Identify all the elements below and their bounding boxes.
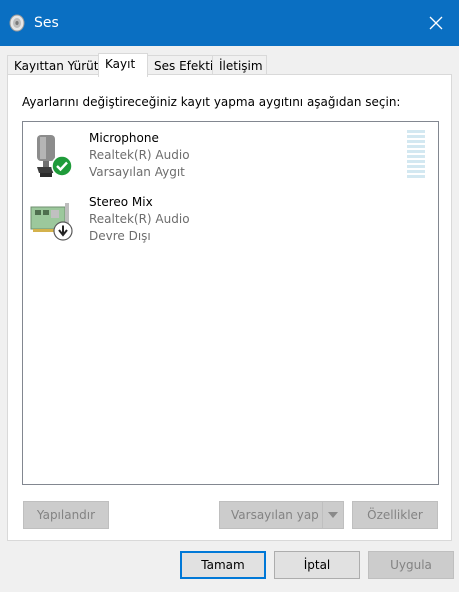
tab-recording[interactable]: Kayıt: [98, 53, 148, 77]
window-title: Ses: [34, 15, 59, 31]
tab-playback[interactable]: Kayıttan Yürüt: [7, 55, 99, 75]
recording-panel: Ayarlarını değiştireceğiniz kayıt yapma …: [7, 74, 452, 541]
tab-communication[interactable]: İletişim: [212, 55, 267, 75]
set-default-dropdown[interactable]: [322, 502, 343, 528]
set-default-label: Varsayılan yap: [231, 508, 319, 522]
properties-button[interactable]: Özellikler: [352, 501, 438, 529]
disabled-arrow-icon: [53, 221, 73, 244]
device-driver: Realtek(R) Audio: [89, 148, 190, 162]
dialog-body: Kayıttan Yürüt Kayıt Ses Efekti İletişim…: [0, 46, 459, 592]
cancel-button[interactable]: İptal: [274, 551, 360, 579]
device-status: Varsayılan Aygıt: [89, 165, 185, 179]
close-icon: [429, 16, 443, 30]
device-name: Stereo Mix: [89, 195, 153, 209]
speaker-icon: [8, 14, 26, 32]
close-button[interactable]: [413, 0, 459, 46]
device-driver: Realtek(R) Audio: [89, 212, 190, 226]
device-item-microphone[interactable]: Microphone Realtek(R) Audio Varsayılan A…: [27, 131, 427, 191]
default-check-icon: [51, 155, 73, 180]
device-status: Devre Dışı: [89, 229, 151, 243]
set-default-button[interactable]: Varsayılan yap: [219, 501, 344, 529]
device-list[interactable]: Microphone Realtek(R) Audio Varsayılan A…: [22, 121, 439, 485]
title-bar: Ses: [0, 0, 459, 46]
chevron-down-icon: [328, 512, 338, 518]
configure-button[interactable]: Yapılandır: [23, 501, 109, 529]
device-item-stereo-mix[interactable]: Stereo Mix Realtek(R) Audio Devre Dışı: [27, 195, 427, 255]
device-name: Microphone: [89, 131, 159, 145]
ok-button[interactable]: Tamam: [180, 551, 266, 579]
level-meter: [407, 130, 425, 180]
tab-sound-effects[interactable]: Ses Efekti: [147, 55, 213, 75]
instruction-text: Ayarlarını değiştireceğiniz kayıt yapma …: [22, 95, 401, 109]
apply-button[interactable]: Uygula: [368, 551, 454, 579]
